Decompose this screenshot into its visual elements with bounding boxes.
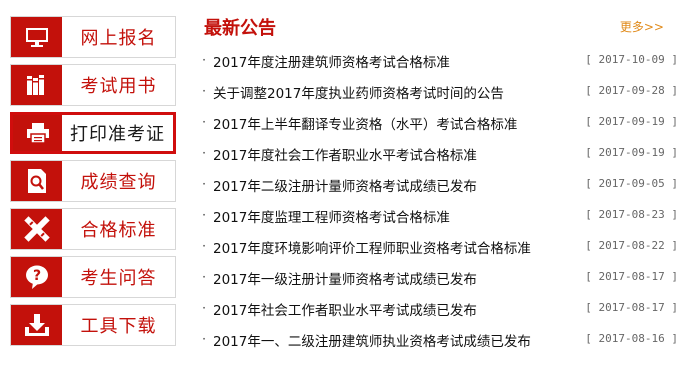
list-item: · 2017年上半年翻译专业资格（水平）考试合格标准 [ 2017-09-19 … bbox=[200, 107, 678, 138]
bullet-dot: · bbox=[202, 84, 206, 98]
download-tray-icon bbox=[11, 305, 62, 345]
news-link[interactable]: 2017年度注册建筑师资格考试合格标准 bbox=[213, 51, 450, 71]
bullet-dot: · bbox=[202, 301, 206, 315]
news-link[interactable]: 2017年度社会工作者职业水平考试合格标准 bbox=[213, 144, 477, 164]
sidebar-item-label: 成绩查询 bbox=[80, 172, 157, 193]
news-date: [ 2017-10-09 ] bbox=[585, 53, 678, 66]
news-link[interactable]: 2017年度监理工程师资格考试合格标准 bbox=[213, 206, 450, 226]
bullet-dot: · bbox=[202, 332, 206, 346]
news-link[interactable]: 2017年一、二级注册建筑师执业资格考试成绩已发布 bbox=[213, 330, 531, 350]
sidebar-item-label: 打印准考证 bbox=[70, 124, 165, 145]
sidebar-item-online-registration[interactable]: 网上报名 bbox=[10, 16, 176, 58]
news-link[interactable]: 2017年二级注册计量师资格考试成绩已发布 bbox=[213, 175, 477, 195]
list-item: · 2017年二级注册计量师资格考试成绩已发布 [ 2017-09-05 ] bbox=[200, 169, 678, 200]
document-search-icon bbox=[11, 161, 62, 201]
monitor-icon bbox=[11, 17, 62, 57]
sidebar-item-tool-download[interactable]: 工具下载 bbox=[10, 304, 176, 346]
ruler-pencil-icon bbox=[11, 209, 62, 249]
sidebar-item-label: 网上报名 bbox=[80, 28, 157, 49]
bullet-dot: · bbox=[202, 53, 206, 67]
news-date: [ 2017-09-19 ] bbox=[585, 146, 678, 159]
news-date: [ 2017-08-23 ] bbox=[585, 208, 678, 221]
news-link[interactable]: 2017年一级注册计量师资格考试成绩已发布 bbox=[213, 268, 477, 288]
sidebar-item-candidate-qa[interactable]: ? 考生问答 bbox=[10, 256, 176, 298]
bullet-dot: · bbox=[202, 270, 206, 284]
sidebar-item-passing-standard[interactable]: 合格标准 bbox=[10, 208, 176, 250]
list-item: · 2017年社会工作者职业水平考试成绩已发布 [ 2017-08-17 ] bbox=[200, 293, 678, 324]
news-link[interactable]: 2017年社会工作者职业水平考试成绩已发布 bbox=[213, 299, 477, 319]
more-link[interactable]: 更多>> bbox=[620, 18, 664, 35]
news-date: [ 2017-09-19 ] bbox=[585, 115, 678, 128]
news-date: [ 2017-08-22 ] bbox=[585, 239, 678, 252]
sidebar-item-label: 合格标准 bbox=[80, 220, 157, 241]
news-date: [ 2017-08-17 ] bbox=[585, 270, 678, 283]
news-link[interactable]: 关于调整2017年度执业药师资格考试时间的公告 bbox=[213, 82, 504, 102]
sidebar-item-score-query[interactable]: 成绩查询 bbox=[10, 160, 176, 202]
list-item: · 2017年度社会工作者职业水平考试合格标准 [ 2017-09-19 ] bbox=[200, 138, 678, 169]
bullet-dot: · bbox=[202, 115, 206, 129]
news-date: [ 2017-09-28 ] bbox=[585, 84, 678, 97]
sidebar-item-print-admission-ticket[interactable]: 打印准考证 bbox=[10, 112, 176, 154]
question-bubble-icon: ? bbox=[11, 257, 62, 297]
news-date: [ 2017-08-16 ] bbox=[585, 332, 678, 345]
list-item: · 2017年一、二级注册建筑师执业资格考试成绩已发布 [ 2017-08-16… bbox=[200, 324, 678, 355]
news-date: [ 2017-09-05 ] bbox=[585, 177, 678, 190]
sidebar-item-exam-books[interactable]: 考试用书 bbox=[10, 64, 176, 106]
sidebar-item-label: 考生问答 bbox=[80, 268, 157, 289]
books-icon bbox=[11, 65, 62, 105]
news-date: [ 2017-08-17 ] bbox=[585, 301, 678, 314]
news-link[interactable]: 2017年度环境影响评价工程师职业资格考试合格标准 bbox=[213, 237, 531, 257]
bullet-dot: · bbox=[202, 239, 206, 253]
sidebar-item-label: 考试用书 bbox=[80, 76, 157, 97]
list-item: · 2017年度环境影响评价工程师职业资格考试合格标准 [ 2017-08-22… bbox=[200, 231, 678, 262]
list-item: · 2017年度注册建筑师资格考试合格标准 [ 2017-10-09 ] bbox=[200, 45, 678, 76]
list-item: · 2017年度监理工程师资格考试合格标准 [ 2017-08-23 ] bbox=[200, 200, 678, 231]
bullet-dot: · bbox=[202, 177, 206, 191]
bullet-dot: · bbox=[202, 208, 206, 222]
list-item: · 关于调整2017年度执业药师资格考试时间的公告 [ 2017-09-28 ] bbox=[200, 76, 678, 107]
news-title: 最新公告 bbox=[204, 18, 276, 39]
sidebar-item-label: 工具下载 bbox=[80, 316, 157, 337]
bullet-dot: · bbox=[202, 146, 206, 160]
news-link[interactable]: 2017年上半年翻译专业资格（水平）考试合格标准 bbox=[213, 113, 517, 133]
svg-text:?: ? bbox=[32, 268, 40, 284]
printer-icon bbox=[13, 115, 62, 151]
list-item: · 2017年一级注册计量师资格考试成绩已发布 [ 2017-08-17 ] bbox=[200, 262, 678, 293]
